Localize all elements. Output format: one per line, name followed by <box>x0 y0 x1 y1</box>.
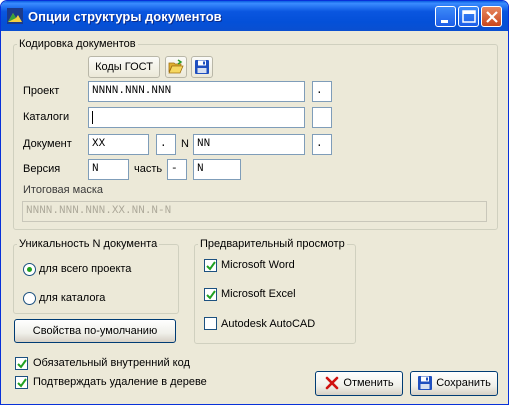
part-separator-field[interactable]: - <box>167 159 187 180</box>
final-mask-field: NNNN.NNN.NNN.XX.NN.N-N <box>22 201 487 222</box>
checkbox-word[interactable] <box>204 259 217 272</box>
text-caret <box>92 111 93 124</box>
radio-catalog[interactable] <box>23 292 36 305</box>
catalog-separator-field[interactable] <box>312 107 332 128</box>
n-mask-field[interactable]: NN <box>193 134 305 155</box>
preview-group-label: Предварительный просмотр <box>198 238 347 251</box>
document-separator-field[interactable]: . <box>156 134 176 155</box>
n-separator-field[interactable]: . <box>312 134 332 155</box>
final-mask-label: Итоговая маска <box>23 184 104 196</box>
window-title: Опции структуры документов <box>28 9 222 24</box>
document-label: Документ <box>23 138 72 150</box>
floppy-disk-icon <box>418 376 433 391</box>
cancel-button-label: Отменить <box>343 377 394 389</box>
checkmark-icon <box>17 378 27 388</box>
cancel-x-icon <box>326 376 339 390</box>
minimize-icon <box>441 20 448 23</box>
close-icon <box>486 11 498 23</box>
open-button[interactable] <box>165 56 187 78</box>
radio-catalog-label[interactable]: для каталога <box>39 292 105 305</box>
radio-whole-project-label[interactable]: для всего проекта <box>39 263 131 276</box>
version-label: Версия <box>23 163 61 175</box>
checkbox-word-label[interactable]: Microsoft Word <box>221 259 295 272</box>
maximize-icon <box>462 10 476 23</box>
checkbox-autocad-label[interactable]: Autodesk AutoCAD <box>221 318 315 331</box>
minimize-button[interactable] <box>435 6 456 27</box>
save-button-label: Сохранить <box>436 377 491 389</box>
project-separator-field[interactable]: . <box>312 81 332 102</box>
dialog-window: Опции структуры документов Кодировка док… <box>0 0 509 405</box>
document-mask-field[interactable]: XX <box>88 134 149 155</box>
title-bar[interactable]: Опции структуры документов <box>1 1 508 31</box>
defaults-button[interactable]: Свойства по-умолчанию <box>14 319 176 343</box>
checkbox-confirm-delete[interactable] <box>15 376 28 389</box>
checkbox-autocad[interactable] <box>204 317 217 330</box>
part-label: часть <box>134 163 163 175</box>
checkbox-excel-label[interactable]: Microsoft Excel <box>221 288 296 301</box>
version-mask-field[interactable]: N <box>88 159 129 180</box>
floppy-disk-icon <box>195 60 209 75</box>
catalog-mask-field[interactable] <box>88 107 305 128</box>
checkmark-icon <box>206 261 216 271</box>
checkmark-icon <box>17 359 27 369</box>
radio-selected-dot <box>27 267 32 272</box>
checkbox-mandatory-code[interactable] <box>15 357 28 370</box>
checkbox-excel[interactable] <box>204 288 217 301</box>
catalog-label: Каталоги <box>23 111 70 123</box>
gost-codes-button[interactable]: Коды ГОСТ <box>88 56 160 78</box>
part-mask-field[interactable]: N <box>193 159 241 180</box>
encoding-group-label: Кодировка документов <box>17 38 138 51</box>
close-button[interactable] <box>481 6 502 27</box>
save-button[interactable]: Сохранить <box>410 371 498 396</box>
checkbox-confirm-delete-label[interactable]: Подтверждать удаление в дереве <box>33 376 207 389</box>
app-icon <box>7 8 23 24</box>
folder-open-icon <box>168 59 184 74</box>
maximize-button[interactable] <box>458 6 479 27</box>
project-mask-field[interactable]: NNNN.NNN.NNN <box>88 81 305 102</box>
checkbox-mandatory-code-label[interactable]: Обязательный внутренний код <box>33 357 190 370</box>
cancel-button[interactable]: Отменить <box>315 371 403 396</box>
radio-whole-project[interactable] <box>23 263 36 276</box>
project-label: Проект <box>23 85 60 97</box>
uniqueness-group-label: Уникальность N документа <box>17 238 160 251</box>
n-label: N <box>181 138 189 150</box>
checkmark-icon <box>206 290 216 300</box>
save-mask-button[interactable] <box>191 56 213 78</box>
